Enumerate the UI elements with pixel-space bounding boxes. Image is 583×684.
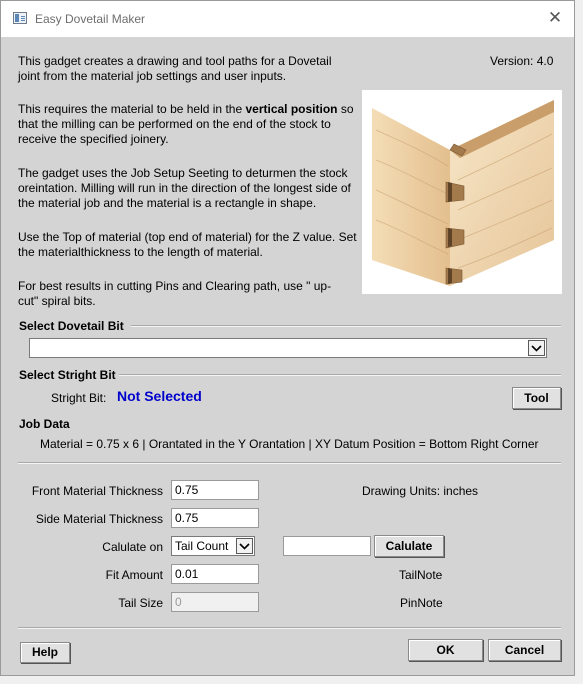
fit-amount-label: Fit Amount — [105, 568, 163, 582]
intro-paragraph-4: Use the Top of material (top end of mate… — [18, 230, 357, 259]
pin-note-label: PinNote — [400, 596, 443, 610]
stright-bit-divider — [119, 374, 561, 376]
tail-size-input: 0 — [171, 592, 259, 612]
front-thickness-input[interactable]: 0.75 — [171, 480, 259, 500]
job-data-divider — [18, 462, 561, 464]
dovetail-joint-image — [362, 90, 562, 294]
cancel-button[interactable]: Cancel — [488, 639, 561, 661]
job-data-section-title: Job Data — [19, 417, 70, 431]
dovetail-bit-divider — [131, 325, 561, 327]
fit-amount-input[interactable]: 0.01 — [171, 564, 259, 584]
chevron-down-icon[interactable] — [236, 538, 253, 554]
window-title: Easy Dovetail Maker — [35, 12, 146, 26]
stright-bit-label: Stright Bit: — [51, 391, 107, 405]
dovetail-joint-illustration — [362, 90, 562, 294]
side-thickness-input[interactable]: 0.75 — [171, 508, 259, 528]
dialog-window: Easy Dovetail Maker ✕ This gadget create… — [0, 0, 575, 676]
job-data-summary: Material = 0.75 x 6 | Orantated in the Y… — [40, 437, 539, 451]
tail-size-label: Tail Size — [118, 596, 163, 610]
intro-paragraph-2-prefix: This requires the material to be held in… — [18, 102, 246, 116]
help-button[interactable]: Help — [20, 642, 70, 663]
stright-bit-section-title: Select Stright Bit — [19, 368, 116, 382]
tool-button[interactable]: Tool — [512, 387, 561, 409]
ok-button[interactable]: OK — [408, 639, 483, 661]
intro-paragraph-2-bold: vertical position — [245, 102, 338, 116]
dovetail-bit-section-title: Select Dovetail Bit — [19, 319, 124, 333]
footer-divider — [18, 627, 561, 629]
close-icon[interactable]: ✕ — [540, 5, 570, 31]
calculate-on-label: Calulate on — [102, 540, 163, 554]
intro-paragraph-5: For best results in cutting Pins and Cle… — [18, 279, 332, 308]
calculate-on-dropdown[interactable]: Tail Count — [171, 536, 255, 556]
intro-paragraph-1: This gadget creates a drawing and tool p… — [18, 54, 332, 83]
title-bar: Easy Dovetail Maker ✕ — [1, 1, 574, 37]
chevron-down-icon[interactable] — [528, 340, 545, 356]
stright-bit-value: Not Selected — [117, 388, 202, 404]
app-icon — [13, 12, 27, 24]
chevron-down-glyph — [531, 344, 542, 352]
calculate-button[interactable]: Calulate — [374, 535, 444, 557]
drawing-units-label: Drawing Units: inches — [362, 484, 479, 498]
calculate-on-value: Tail Count — [175, 539, 229, 553]
intro-paragraph-3: The gadget uses the Job Setup Seeting to… — [18, 166, 351, 210]
side-thickness-label: Side Material Thickness — [35, 512, 163, 526]
calculate-value-input[interactable] — [283, 536, 371, 556]
version-label: Version: 4.0 — [490, 54, 554, 68]
chevron-down-glyph — [239, 542, 250, 550]
front-thickness-label: Front Material Thickness — [31, 484, 163, 498]
tail-note-label: TailNote — [399, 568, 443, 582]
intro-paragraph-2: This requires the material to be held in… — [18, 102, 358, 147]
dovetail-bit-dropdown[interactable] — [29, 338, 547, 358]
